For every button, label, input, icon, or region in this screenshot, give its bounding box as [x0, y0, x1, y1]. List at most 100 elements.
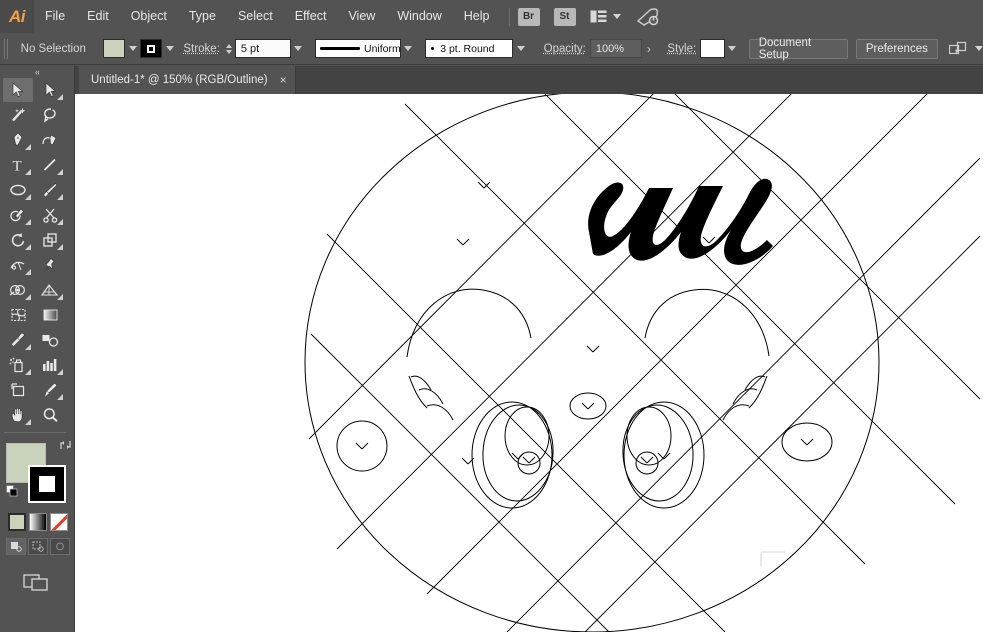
left-cheek-center-mark — [356, 443, 368, 449]
column-graph-tool[interactable] — [35, 353, 65, 377]
menu-window[interactable]: Window — [386, 0, 452, 33]
rotate-tool[interactable] — [3, 228, 33, 252]
brush-definition-select[interactable]: 3 pt. Round — [425, 39, 513, 58]
lasso-tool[interactable] — [35, 103, 65, 127]
nose-center-mark — [582, 403, 594, 409]
stroke-weight-input[interactable]: 5 pt — [235, 39, 291, 58]
selection-status-label: No Selection — [15, 43, 103, 55]
stroke-color-swatch[interactable] — [140, 39, 162, 58]
selection-tool[interactable] — [3, 78, 33, 102]
shaper-tool[interactable] — [3, 203, 33, 227]
workspace-switcher-icon[interactable] — [590, 10, 621, 23]
ellipse-tool[interactable] — [3, 178, 33, 202]
double-chevron-left-icon[interactable]: « — [0, 66, 74, 78]
scissors-tool[interactable] — [35, 203, 65, 227]
round-brush-icon — [431, 47, 434, 50]
document-tab-title: Untitled-1* @ 150% (RGB/Outline) — [91, 74, 268, 86]
uniform-profile-icon — [320, 47, 360, 50]
menu-bar: Ai File Edit Object Type Select Effect V… — [0, 0, 983, 33]
left-center-marks — [512, 453, 535, 463]
draw-mode-buttons — [6, 538, 74, 555]
opacity-input[interactable]: 100% — [590, 39, 642, 58]
menu-file[interactable]: File — [34, 0, 76, 33]
eyedropper-tool[interactable] — [3, 328, 33, 352]
preferences-button[interactable]: Preferences — [856, 39, 938, 59]
menu-help[interactable]: Help — [453, 0, 501, 33]
slice-tool[interactable] — [35, 378, 65, 402]
style-label[interactable]: Style: — [667, 43, 696, 55]
draw-inside-button[interactable] — [50, 538, 70, 555]
rocket-icon[interactable] — [637, 8, 659, 26]
fill-stroke-controls — [6, 439, 74, 507]
svg-text:T: T — [13, 159, 22, 174]
free-transform-tool[interactable] — [35, 253, 65, 277]
artboard-corner-marker — [761, 552, 785, 566]
menu-select[interactable]: Select — [227, 0, 284, 33]
stroke-color-dropdown[interactable] — [162, 39, 177, 58]
swap-fill-stroke-icon[interactable] — [59, 439, 72, 454]
stock-button[interactable]: St — [554, 8, 576, 26]
draw-behind-button[interactable] — [28, 538, 48, 555]
brush-definition-dropdown[interactable] — [513, 39, 528, 58]
close-icon[interactable]: × — [280, 73, 287, 87]
stroke-weight-stepper[interactable] — [226, 44, 232, 54]
fill-color-dropdown[interactable] — [125, 39, 140, 58]
artboard-tool[interactable] — [3, 378, 33, 402]
stroke-profile-dropdown[interactable] — [401, 39, 416, 58]
zoom-tool[interactable] — [35, 403, 65, 427]
gradient-button[interactable] — [29, 513, 47, 531]
none-button[interactable] — [50, 513, 68, 531]
graphic-style-dropdown[interactable] — [725, 39, 740, 58]
anchor-center-markers — [457, 182, 715, 464]
curvature-tool[interactable] — [35, 128, 65, 152]
stroke-profile-select[interactable]: Uniform — [315, 39, 401, 58]
document-setup-button[interactable]: Document Setup — [749, 39, 849, 59]
pen-tool[interactable] — [3, 128, 33, 152]
gradient-tool[interactable] — [35, 303, 65, 327]
blend-tool[interactable] — [35, 328, 65, 352]
bridge-button[interactable]: Br — [518, 8, 540, 26]
stroke-profile-label: Uniform — [364, 43, 401, 55]
canvas-area[interactable] — [75, 94, 983, 632]
control-bar-grip[interactable] — [4, 39, 9, 59]
fill-color-swatch[interactable] — [103, 39, 125, 58]
brush-definition-label: 3 pt. Round — [440, 43, 494, 55]
line-segment-tool[interactable] — [35, 153, 65, 177]
direct-selection-tool[interactable] — [35, 78, 65, 102]
script-letter-m — [588, 179, 773, 265]
illustrator-window: Ai File Edit Object Type Select Effect V… — [0, 0, 983, 632]
hand-tool[interactable] — [3, 403, 33, 427]
tools-panel: « — [0, 66, 75, 632]
draw-normal-button[interactable] — [6, 538, 26, 555]
menu-type[interactable]: Type — [178, 0, 227, 33]
default-fill-stroke-icon[interactable] — [6, 485, 19, 503]
type-tool[interactable]: T — [3, 153, 33, 177]
magic-wand-tool[interactable] — [3, 103, 33, 127]
left-eyebrow — [407, 289, 531, 357]
shape-builder-tool[interactable] — [3, 278, 33, 302]
control-bar: No Selection Stroke: 5 pt Uniform 3 pt. … — [0, 33, 983, 65]
symbol-sprayer-tool[interactable] — [3, 353, 33, 377]
perspective-grid-tool[interactable] — [35, 278, 65, 302]
right-eyelashes — [723, 376, 767, 420]
opacity-label[interactable]: Opacity: — [544, 43, 586, 55]
menu-effect[interactable]: Effect — [284, 0, 338, 33]
width-tool[interactable] — [3, 253, 33, 277]
menu-view[interactable]: View — [337, 0, 386, 33]
menu-object[interactable]: Object — [120, 0, 178, 33]
scale-tool[interactable] — [35, 228, 65, 252]
left-eyelashes — [409, 376, 453, 420]
change-screen-mode-button[interactable] — [0, 571, 74, 593]
graphic-style-swatch[interactable] — [700, 39, 724, 58]
document-tab[interactable]: Untitled-1* @ 150% (RGB/Outline) × — [79, 66, 296, 94]
mesh-tool[interactable] — [3, 303, 33, 327]
right-iris — [627, 407, 671, 465]
stroke-weight-dropdown[interactable] — [291, 39, 306, 58]
color-button[interactable] — [8, 513, 26, 531]
paintbrush-tool[interactable] — [35, 178, 65, 202]
menu-edit[interactable]: Edit — [76, 0, 120, 33]
arrange-documents-icon[interactable] — [949, 41, 983, 57]
stroke-color-box[interactable] — [28, 465, 66, 503]
opacity-options-button[interactable]: › — [642, 42, 656, 56]
stroke-weight-label[interactable]: Stroke: — [183, 43, 219, 55]
